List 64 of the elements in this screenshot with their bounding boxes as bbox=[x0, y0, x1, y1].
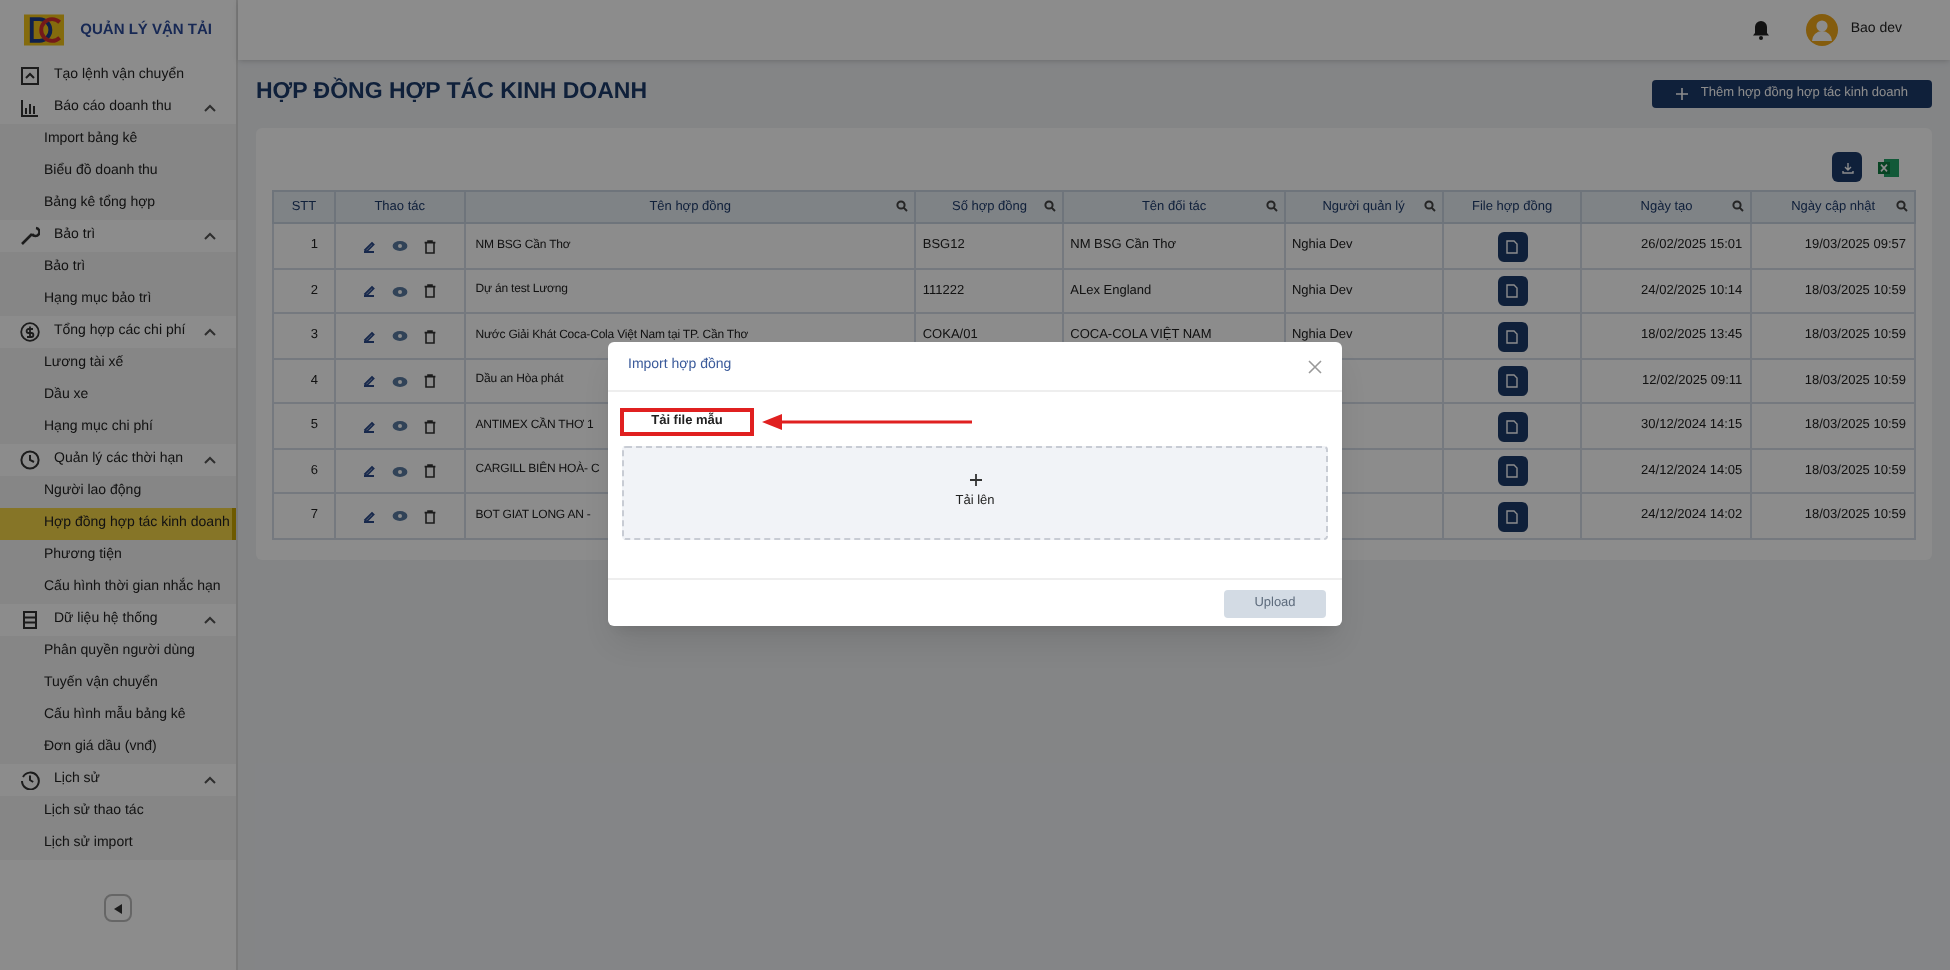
chevron-up-icon bbox=[204, 616, 216, 624]
file-icon bbox=[1506, 284, 1519, 298]
file-button[interactable] bbox=[1497, 456, 1528, 486]
view-icon[interactable] bbox=[392, 330, 409, 342]
search-icon bbox=[1423, 200, 1436, 213]
close-icon[interactable] bbox=[1308, 359, 1322, 373]
edit-icon[interactable] bbox=[362, 464, 377, 478]
edit-icon[interactable] bbox=[362, 374, 377, 388]
file-icon bbox=[1506, 509, 1519, 523]
delete-icon[interactable] bbox=[424, 284, 437, 298]
chevron-up-icon bbox=[204, 456, 216, 464]
delete-icon[interactable] bbox=[424, 374, 437, 388]
file-button[interactable] bbox=[1497, 501, 1528, 531]
wrench-icon bbox=[20, 226, 40, 246]
history-icon bbox=[20, 770, 40, 790]
edit-icon[interactable] bbox=[362, 509, 377, 523]
logo-icon bbox=[24, 10, 65, 50]
delete-icon[interactable] bbox=[424, 464, 437, 478]
chevron-up-icon bbox=[204, 232, 216, 240]
edit-icon[interactable] bbox=[362, 284, 377, 298]
delete-icon[interactable] bbox=[424, 239, 437, 253]
view-icon[interactable] bbox=[392, 510, 409, 522]
search-icon bbox=[1044, 200, 1057, 213]
dollar-icon bbox=[20, 322, 40, 342]
view-icon[interactable] bbox=[392, 240, 409, 252]
view-icon[interactable] bbox=[392, 375, 409, 387]
search-icon bbox=[1896, 200, 1908, 213]
search-icon bbox=[1265, 200, 1278, 213]
plus-icon bbox=[1676, 87, 1689, 100]
chevron-up-icon bbox=[204, 104, 216, 112]
clock-icon bbox=[20, 450, 40, 470]
chevron-up-icon bbox=[204, 328, 216, 336]
view-icon[interactable] bbox=[392, 420, 409, 432]
file-icon bbox=[1506, 419, 1519, 433]
file-button[interactable] bbox=[1497, 276, 1528, 306]
edit-icon[interactable] bbox=[362, 239, 377, 253]
file-button[interactable] bbox=[1497, 231, 1528, 261]
delete-icon[interactable] bbox=[424, 329, 437, 343]
bar-chart-icon bbox=[20, 98, 40, 118]
download-icon bbox=[1841, 161, 1853, 174]
page-title: HỢP ĐỒNG HỢP TÁC KINH DOANH bbox=[256, 76, 648, 108]
file-icon bbox=[1506, 329, 1519, 343]
file-button[interactable] bbox=[1497, 321, 1528, 351]
download-button[interactable] bbox=[1832, 152, 1862, 183]
chevron-up-icon bbox=[204, 776, 216, 784]
file-icon bbox=[1506, 464, 1519, 478]
database-icon bbox=[20, 610, 40, 630]
collapse-sidebar-button[interactable] bbox=[104, 894, 132, 922]
caret-left-icon bbox=[114, 903, 122, 913]
plus-icon bbox=[969, 474, 981, 487]
view-icon[interactable] bbox=[392, 465, 409, 477]
file-button[interactable] bbox=[1497, 411, 1528, 441]
edit-icon[interactable] bbox=[362, 329, 377, 343]
file-button[interactable] bbox=[1497, 366, 1528, 396]
file-icon bbox=[1506, 239, 1519, 253]
file-icon bbox=[1506, 374, 1519, 388]
view-icon[interactable] bbox=[392, 285, 409, 297]
notification-bell-icon[interactable] bbox=[1752, 20, 1771, 40]
delete-icon[interactable] bbox=[424, 509, 437, 523]
search-icon bbox=[896, 200, 909, 213]
spreadsheet-icon[interactable] bbox=[1878, 157, 1900, 178]
delete-icon[interactable] bbox=[424, 419, 437, 433]
edit-icon[interactable] bbox=[362, 419, 377, 433]
search-icon bbox=[1732, 200, 1745, 213]
